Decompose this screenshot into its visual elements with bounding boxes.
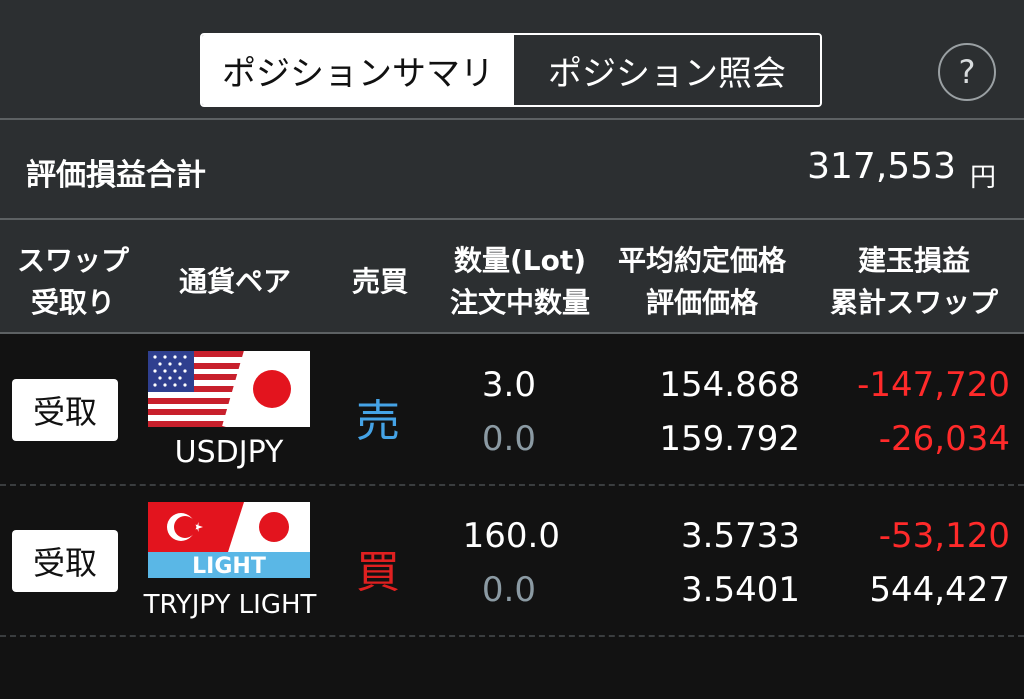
light-badge-text: LIGHT [192, 554, 266, 578]
total-pl-bar: 評価損益合計 317,553 円 [0, 120, 1024, 220]
flag-usdjpy [148, 351, 310, 427]
quantity: 3.0 [481, 365, 536, 405]
receive-swap-button[interactable]: 受取 [12, 530, 118, 592]
table-header: スワップ 受取り 通貨ペア 売買 数量(Lot) 注文中数量 平均約定価格 評価価格 … [0, 220, 1024, 334]
tab-position-summary[interactable]: ポジションサマリ [202, 35, 514, 105]
side-buy: 買 [356, 547, 400, 598]
table-row[interactable]: 受取 LIGHT TRYJPY LIGHT 買 160.0 0.0 3.5733… [0, 486, 1024, 636]
view-segmented-control: ポジションサマリ ポジション照会 [200, 33, 822, 107]
quantity: 160.0 [462, 516, 560, 556]
cumulative-swap: -26,034 [878, 419, 1010, 459]
side-sell: 売 [356, 396, 400, 447]
tab-position-inquiry[interactable]: ポジション照会 [514, 35, 820, 105]
header-pl: 建玉損益 累計スワップ [829, 244, 998, 319]
total-pl-unit: 円 [970, 163, 997, 193]
avg-price: 154.868 [659, 365, 800, 405]
row-divider [0, 635, 1024, 637]
header-currency-pair: 通貨ペア [178, 265, 291, 298]
position-pl: -53,120 [878, 516, 1010, 556]
order-quantity: 0.0 [481, 419, 536, 459]
avg-price: 3.5733 [681, 516, 800, 556]
us-japan-flag-icon [148, 351, 310, 427]
eval-price: 159.792 [659, 419, 800, 459]
receive-swap-button[interactable]: 受取 [12, 379, 118, 441]
flag-tryjpy-light: LIGHT [148, 502, 310, 578]
turkey-japan-flag-icon: LIGHT [148, 502, 310, 578]
position-pl: -147,720 [857, 365, 1010, 405]
japan-flag [253, 370, 291, 408]
top-bar: ポジションサマリ ポジション照会 ? [0, 0, 1024, 120]
currency-pair-name: TRYJPY LIGHT [143, 590, 317, 620]
total-pl-value: 317,553 [807, 146, 956, 187]
cumulative-swap: 544,427 [869, 570, 1010, 610]
japan-flag [259, 512, 289, 542]
table-row[interactable]: 受取 USDJPY 売 3.0 0.0 154.868 159.792 -147… [0, 335, 1024, 485]
order-quantity: 0.0 [481, 570, 536, 610]
header-quantity: 数量(Lot) 注文中数量 [449, 244, 590, 319]
header-swap-receive: スワップ 受取り [16, 244, 129, 319]
eval-price: 3.5401 [681, 570, 800, 610]
header-side: 売買 [351, 265, 408, 298]
header-price: 平均約定価格 評価価格 [617, 244, 786, 319]
currency-pair-name: USDJPY [174, 435, 284, 470]
total-pl-label: 評価損益合計 [26, 158, 206, 193]
help-icon[interactable]: ? [938, 43, 996, 101]
